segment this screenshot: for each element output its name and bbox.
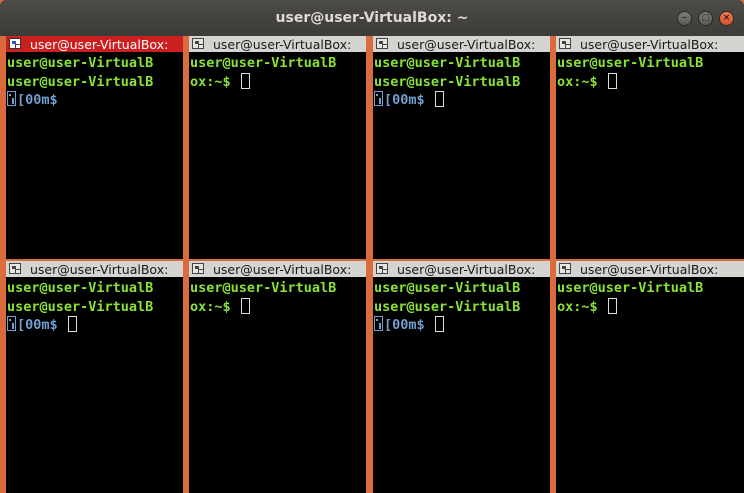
pane-title: user@user-VirtualBox: [213, 37, 352, 52]
escape-text: [00m$ [17, 92, 58, 108]
escape-text: [00m$ [17, 317, 58, 333]
pane-title: user@user-VirtualBox: [30, 262, 169, 277]
text-cursor [607, 72, 617, 89]
terminal-pane-1[interactable]: user@user-VirtualBox: user@user-VirtualB… [6, 36, 183, 259]
unknown-char-icon [7, 316, 16, 331]
pane-title-bar[interactable]: user@user-VirtualBox: [373, 36, 550, 52]
prompt-line: user@user-VirtualB [7, 73, 154, 90]
terminal-group-icon[interactable] [9, 38, 21, 49]
terminal-output[interactable]: user@user-VirtualB user@user-VirtualB [0… [374, 279, 550, 335]
unknown-char-icon [374, 316, 383, 331]
minimize-button[interactable]: – [677, 11, 692, 26]
prompt-wrap: ox:~$ [557, 73, 598, 90]
prompt-line: user@user-VirtualB [374, 55, 521, 71]
terminal-group-icon[interactable] [192, 263, 204, 274]
text-cursor [67, 316, 77, 332]
pane-title-bar[interactable]: user@user-VirtualBox: [6, 36, 183, 52]
unknown-char-icon [7, 91, 16, 106]
terminal-pane-2[interactable]: user@user-VirtualBox: user@user-VirtualB… [189, 36, 366, 259]
terminal-pane-8[interactable]: user@user-VirtualBox: user@user-VirtualB… [556, 261, 744, 493]
close-button[interactable]: × [719, 11, 734, 26]
unknown-char-icon [374, 91, 383, 106]
prompt-line: user@user-VirtualB [190, 55, 337, 71]
prompt-wrap: ox:~$ [190, 298, 231, 315]
prompt-line: user@user-VirtualB [557, 280, 704, 296]
prompt-line: user@user-VirtualB [190, 280, 337, 296]
pane-title-bar[interactable]: user@user-VirtualBox: [189, 261, 366, 277]
prompt-line: user@user-VirtualB [7, 280, 154, 296]
maximize-button[interactable]: □ [698, 11, 713, 26]
prompt-line: user@user-VirtualB [7, 55, 154, 71]
pane-title-bar[interactable]: user@user-VirtualBox: [6, 261, 183, 277]
pane-title: user@user-VirtualBox: [30, 37, 169, 52]
text-cursor [240, 72, 250, 89]
terminal-group-icon[interactable] [376, 263, 388, 274]
text-cursor [240, 297, 250, 314]
escape-text: [00m$ [384, 92, 425, 108]
terminal-group-icon[interactable] [559, 38, 571, 49]
prompt-wrap: ox:~$ [190, 73, 231, 90]
pane-title-bar[interactable]: user@user-VirtualBox: [556, 261, 744, 277]
pane-title: user@user-VirtualBox: [213, 262, 352, 277]
pane-title-bar[interactable]: user@user-VirtualBox: [373, 261, 550, 277]
prompt-line: user@user-VirtualB [557, 55, 704, 71]
window-title: user@user-VirtualBox: ~ [275, 10, 469, 26]
pane-title: user@user-VirtualBox: [397, 262, 536, 277]
title-bar[interactable]: user@user-VirtualBox: ~ – □ × [0, 0, 744, 36]
terminal-pane-7[interactable]: user@user-VirtualBox: user@user-VirtualB… [373, 261, 550, 493]
terminal-output[interactable]: user@user-VirtualB ox:~$ [190, 279, 366, 316]
terminal-pane-6[interactable]: user@user-VirtualBox: user@user-VirtualB… [189, 261, 366, 493]
text-cursor [607, 297, 617, 314]
terminal-output[interactable]: user@user-VirtualB user@user-VirtualB [0… [7, 279, 183, 335]
prompt-line: user@user-VirtualB [374, 280, 521, 296]
pane-title: user@user-VirtualBox: [580, 37, 719, 52]
terminal-output[interactable]: user@user-VirtualB user@user-VirtualB [0… [374, 54, 550, 110]
terminal-output[interactable]: user@user-VirtualB user@user-VirtualB [0… [7, 54, 183, 110]
escape-text: [00m$ [384, 317, 425, 333]
prompt-line: user@user-VirtualB [374, 298, 521, 315]
terminal-pane-4[interactable]: user@user-VirtualBox: user@user-VirtualB… [556, 36, 744, 259]
terminal-group-icon[interactable] [376, 38, 388, 49]
prompt-line: user@user-VirtualB [7, 298, 154, 315]
terminator-window: user@user-VirtualBox: ~ – □ × user@user-… [0, 0, 744, 493]
terminal-output[interactable]: user@user-VirtualB ox:~$ [190, 54, 366, 91]
prompt-line: user@user-VirtualB [374, 73, 521, 90]
pane-title: user@user-VirtualBox: [397, 37, 536, 52]
terminal-group-icon[interactable] [559, 263, 571, 274]
pane-title: user@user-VirtualBox: [580, 262, 719, 277]
text-cursor [434, 91, 444, 107]
terminal-pane-5[interactable]: user@user-VirtualBox: user@user-VirtualB… [6, 261, 183, 493]
text-cursor [434, 316, 444, 332]
prompt-wrap: ox:~$ [557, 298, 598, 315]
terminal-output[interactable]: user@user-VirtualB ox:~$ [557, 279, 744, 316]
terminal-group-icon[interactable] [192, 38, 204, 49]
pane-title-bar[interactable]: user@user-VirtualBox: [189, 36, 366, 52]
terminal-group-icon[interactable] [9, 263, 21, 274]
terminal-output[interactable]: user@user-VirtualB ox:~$ [557, 54, 744, 91]
terminal-pane-3[interactable]: user@user-VirtualBox: user@user-VirtualB… [373, 36, 550, 259]
pane-title-bar[interactable]: user@user-VirtualBox: [556, 36, 744, 52]
